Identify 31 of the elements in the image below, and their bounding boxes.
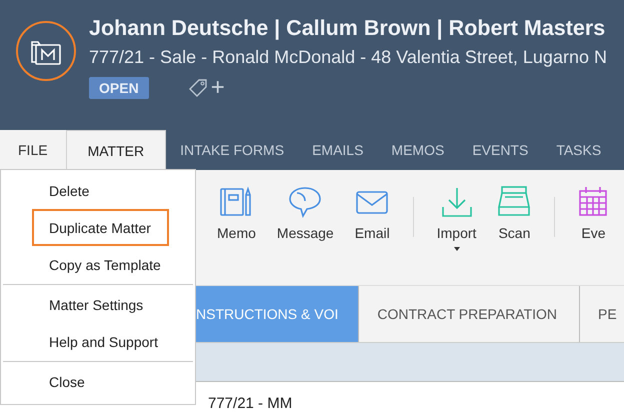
menu-item[interactable]: Matter Settings <box>32 286 169 323</box>
ribbon-button[interactable]: Message <box>272 185 338 241</box>
tab[interactable]: EVENTS <box>458 130 542 170</box>
matter-subtitle: 777/21 - Sale - Ronald McDonald - 48 Valentia Street, Lugarno N <box>89 47 607 68</box>
menu-item[interactable]: Help and Support <box>32 323 169 360</box>
add-tag-button[interactable]: + <box>208 77 227 99</box>
ribbon-button[interactable]: Scan <box>493 185 536 241</box>
tab[interactable]: TASKS <box>542 130 616 170</box>
tab[interactable]: INTAKE FORMS <box>166 130 298 170</box>
tag-icon[interactable] <box>186 77 209 99</box>
menu-item[interactable]: Close <box>32 363 169 400</box>
tab[interactable]: EMAILS <box>298 130 378 170</box>
ribbon-button[interactable]: Memo <box>213 185 260 241</box>
menu-item[interactable]: Copy as Template <box>32 246 169 283</box>
matter-title: Johann Deutsche | Callum Brown | Robert Masters <box>89 16 606 42</box>
ribbon-button[interactable]: Email <box>350 185 394 241</box>
ribbon-button[interactable]: Eve <box>574 185 612 241</box>
tab[interactable]: MEMOS <box>377 130 458 170</box>
download-icon <box>440 185 474 219</box>
file-tab[interactable]: FILE <box>0 130 66 170</box>
notebook-pen-icon <box>219 185 254 219</box>
menu-item[interactable]: Duplicate Matter <box>32 209 169 246</box>
menu-item[interactable]: Delete <box>32 172 169 209</box>
speech-bubble-icon <box>287 185 324 219</box>
tab[interactable]: MATTER <box>66 130 166 170</box>
ribbon-button[interactable]: Import <box>432 185 480 251</box>
calendar-icon <box>578 185 608 219</box>
scanner-icon <box>497 185 532 219</box>
status-badge: OPEN <box>89 77 149 99</box>
matter-code: 777/21 - MM <box>208 395 292 412</box>
folder-logo-icon <box>16 21 76 81</box>
